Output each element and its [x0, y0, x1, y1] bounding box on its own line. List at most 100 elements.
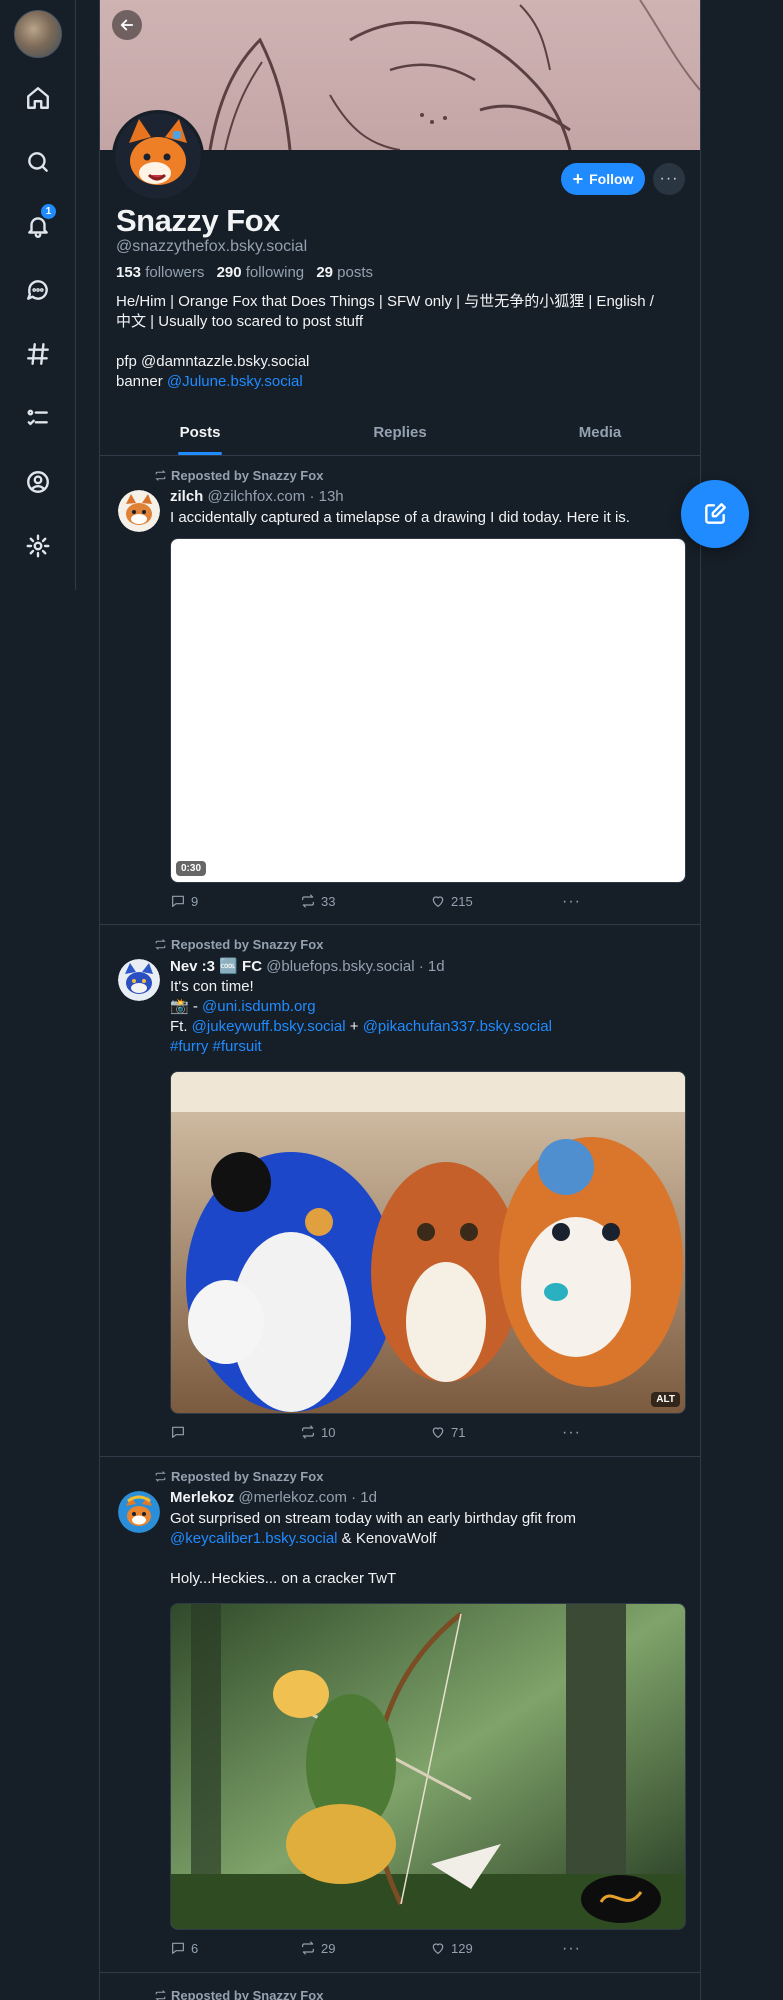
reply-button[interactable]: 9	[170, 893, 198, 909]
hashtag-feeds-icon[interactable]	[18, 334, 58, 374]
repost-count: 29	[321, 1940, 336, 1956]
mention-link[interactable]: @uni.isdumb.org	[202, 998, 316, 1015]
repost-icon	[155, 939, 166, 950]
reply-icon	[172, 1942, 184, 1954]
reply-button[interactable]: 6	[170, 1940, 198, 1956]
feed-post[interactable]: Reposted by Snazzy Fox	[100, 1973, 700, 2000]
bio-line: He/Him | Orange Fox that Does Things | S…	[116, 293, 654, 310]
mention-link[interactable]: @keycaliber1.bsky.social	[170, 1530, 338, 1547]
featuring-prefix: Ft.	[170, 1018, 192, 1035]
post-text-line: Got surprised on stream today with an ea…	[170, 1510, 577, 1527]
repost-count: 10	[321, 1424, 336, 1440]
tab-posts[interactable]: Posts	[100, 410, 300, 455]
post-header: Merlekoz @merlekoz.com · 1d	[170, 1489, 377, 1506]
repost-count: 33	[321, 893, 336, 909]
posts-count: 29	[316, 264, 333, 281]
archer-fox-artwork	[171, 1604, 685, 1929]
author-avatar-image	[118, 1491, 160, 1533]
post-author-name[interactable]: Nev :3 🆒 FC	[170, 958, 262, 975]
heart-icon	[432, 1943, 444, 1954]
repost-button[interactable]: 29	[300, 1940, 335, 1956]
like-count: 129	[451, 1940, 473, 1956]
profile-avatar[interactable]	[112, 110, 204, 202]
repost-indicator: Reposted by Snazzy Fox	[154, 1988, 323, 2000]
arrow-left-icon	[120, 19, 134, 31]
post-author-handle[interactable]: @zilchfox.com	[208, 488, 306, 505]
post-video[interactable]: 0:30	[170, 538, 686, 883]
feed-post[interactable]: Reposted by Snazzy Fox zilch @zilchfox.c…	[100, 456, 700, 925]
post-author-handle[interactable]: @bluefops.bsky.social	[266, 958, 414, 975]
posts-stat: 29 posts	[316, 264, 373, 281]
search-icon[interactable]	[18, 142, 58, 182]
back-button[interactable]	[112, 10, 142, 40]
repost-indicator: Reposted by Snazzy Fox	[154, 937, 323, 952]
post-image[interactable]	[170, 1603, 686, 1930]
home-icon[interactable]	[18, 78, 58, 118]
post-header: zilch @zilchfox.com · 13h	[170, 488, 344, 505]
lists-icon[interactable]	[18, 398, 58, 438]
post-author-handle[interactable]: @merlekoz.com	[238, 1489, 347, 1506]
post-timestamp[interactable]: · 13h	[309, 488, 343, 505]
feed-post[interactable]: Reposted by Snazzy Fox Merlekoz @merleko…	[100, 1457, 700, 1973]
left-nav-rail: 1	[0, 0, 76, 590]
post-more-button[interactable]: ···	[562, 893, 581, 911]
repost-icon	[302, 894, 314, 908]
current-user-avatar[interactable]	[14, 10, 62, 58]
followers-link[interactable]: 153 followers	[116, 264, 204, 281]
bio-line: 中文 | Usually too scared to post stuff	[116, 313, 364, 330]
post-image[interactable]: ALT	[170, 1071, 686, 1414]
profile-bio: He/Him | Orange Fox that Does Things | S…	[116, 292, 686, 392]
repost-button[interactable]: 10	[300, 1424, 335, 1440]
author-avatar-image	[118, 490, 160, 532]
post-author-avatar[interactable]	[118, 490, 160, 532]
profile-tabs: Posts Replies Media	[100, 410, 700, 456]
feed-post[interactable]: Reposted by Snazzy Fox Nev :3 🆒 FC @blue…	[100, 925, 700, 1457]
post-text-line: Holy...Heckies... on a cracker TwT	[170, 1570, 397, 1587]
follow-button-label: Follow	[589, 171, 634, 187]
like-count: 71	[451, 1424, 466, 1440]
reply-count: 6	[191, 1940, 199, 1956]
repost-icon	[302, 1941, 314, 1955]
post-more-button[interactable]: ···	[562, 1424, 581, 1442]
post-actions: 9 33 215 ···	[170, 893, 590, 913]
settings-gear-icon[interactable]	[18, 526, 58, 566]
profile-icon[interactable]	[18, 462, 58, 502]
follow-button[interactable]: + Follow	[561, 163, 645, 195]
post-author-avatar[interactable]	[118, 1491, 160, 1533]
post-author-avatar[interactable]	[118, 959, 160, 1001]
post-author-name[interactable]: Merlekoz	[170, 1489, 234, 1506]
tab-media[interactable]: Media	[500, 410, 700, 455]
post-text-line: It's con time!	[170, 978, 254, 995]
profile-column: + Follow ··· Snazzy Fox @snazzythefox.bs…	[99, 0, 701, 2000]
chat-icon[interactable]	[18, 270, 58, 310]
bio-banner-credit: banner @Julune.bsky.social	[116, 372, 686, 392]
repost-label: Reposted by Snazzy Fox	[171, 468, 324, 483]
following-link[interactable]: 290 following	[217, 264, 305, 281]
tab-replies[interactable]: Replies	[300, 410, 500, 455]
mention-link[interactable]: @pikachufan337.bsky.social	[363, 1018, 552, 1035]
post-text-line: @keycaliber1.bsky.social & KenovaWolf	[170, 1529, 690, 1549]
compose-post-button[interactable]	[681, 480, 749, 548]
post-more-button[interactable]: ···	[562, 1940, 581, 1958]
post-text: Got surprised on stream today with an ea…	[170, 1509, 690, 1589]
repost-indicator: Reposted by Snazzy Fox	[154, 1469, 323, 1484]
like-button[interactable]: 215	[430, 893, 473, 909]
notifications-bell-icon[interactable]: 1	[18, 204, 58, 246]
hashtag-links[interactable]: #furry #fursuit	[170, 1038, 262, 1055]
more-options-button[interactable]: ···	[653, 163, 685, 195]
repost-button[interactable]: 33	[300, 893, 335, 909]
post-author-name[interactable]: zilch	[170, 488, 203, 505]
plus-icon: +	[572, 169, 584, 189]
mention-link[interactable]: @jukeywuff.bsky.social	[192, 1018, 346, 1035]
like-button[interactable]: 71	[430, 1424, 465, 1440]
bio-banner-link[interactable]: @Julune.bsky.social	[167, 373, 303, 390]
like-button[interactable]: 129	[430, 1940, 473, 1956]
post-timestamp[interactable]: · 1d	[419, 958, 445, 975]
video-duration-badge: 0:30	[176, 861, 207, 876]
heart-icon	[432, 896, 444, 907]
alt-text-badge[interactable]: ALT	[651, 1392, 680, 1407]
reply-button[interactable]	[170, 1424, 191, 1440]
post-text-line: 📸 - @uni.isdumb.org	[170, 997, 690, 1017]
post-timestamp[interactable]: · 1d	[351, 1489, 377, 1506]
posts-label: posts	[337, 264, 374, 281]
